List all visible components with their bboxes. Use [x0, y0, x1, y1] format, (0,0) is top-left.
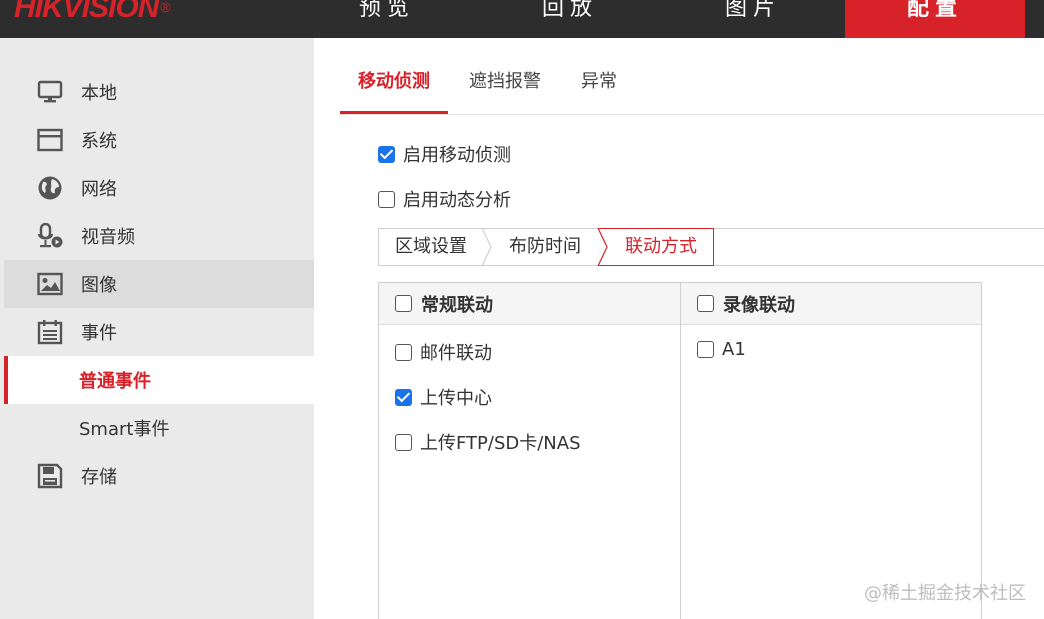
email-linkage-label: 邮件联动: [420, 343, 492, 364]
floppy-disk-icon: [36, 462, 64, 490]
sidebar-item-network[interactable]: 网络: [4, 164, 314, 212]
sidebar-item-event[interactable]: 事件: [4, 308, 314, 356]
upload-center-label: 上传中心: [420, 388, 492, 409]
record-linkage-column: 录像联动 A1: [681, 283, 981, 619]
normal-linkage-column: 常规联动 邮件联动 上传中心 上传FTP/SD卡/NAS: [379, 283, 681, 619]
tab-divider: [340, 114, 1044, 115]
record-linkage-select-all-checkbox[interactable]: [697, 295, 714, 312]
step-area-settings[interactable]: 区域设置: [395, 229, 467, 265]
linkage-option-email: 邮件联动: [395, 339, 492, 365]
sidebar-item-label: 视音频: [81, 227, 135, 248]
active-step-arrow-icon: [597, 228, 608, 266]
upload-center-checkbox[interactable]: [395, 388, 412, 406]
linkage-option-upload-center: 上传中心: [395, 384, 492, 410]
hikvision-logo: HIKVISION ®: [14, 0, 171, 24]
enable-dynamic-analysis-label: 启用动态分析: [403, 190, 511, 211]
normal-linkage-select-all-checkbox[interactable]: [395, 295, 412, 312]
nav-playback[interactable]: 回放: [480, 0, 660, 38]
sidebar-item-local[interactable]: 本地: [4, 68, 314, 116]
tab-exception[interactable]: 异常: [581, 56, 617, 114]
sidebar-item-image[interactable]: 图像: [4, 260, 314, 308]
sidebar-item-label: 事件: [81, 323, 117, 344]
sidebar-subitem-smart-event[interactable]: Smart事件: [4, 404, 314, 452]
sidebar-subitem-normal-event[interactable]: 普通事件: [4, 356, 314, 404]
upload-ftp-label: 上传FTP/SD卡/NAS: [420, 433, 581, 454]
sidebar-item-video-audio[interactable]: 视音频: [4, 212, 314, 260]
nav-preview[interactable]: 预览: [297, 0, 477, 38]
sidebar-item-system[interactable]: 系统: [4, 116, 314, 164]
active-step-frame: [597, 228, 714, 266]
linkage-option-upload-ftp: 上传FTP/SD卡/NAS: [395, 429, 581, 455]
record-linkage-header: 录像联动: [681, 283, 981, 325]
linkage-option-a1: A1: [697, 339, 746, 360]
sidebar-item-label: 图像: [81, 275, 117, 296]
linkage-table: 常规联动 邮件联动 上传中心 上传FTP/SD卡/NAS 录像联动 A1: [378, 282, 982, 619]
normal-linkage-header: 常规联动: [379, 283, 680, 325]
sidebar-item-label: 系统: [81, 131, 117, 152]
nav-configuration[interactable]: 配置: [845, 0, 1025, 38]
tab-tamper-alarm[interactable]: 遮挡报警: [469, 56, 541, 114]
normal-linkage-header-label: 常规联动: [421, 294, 493, 316]
step-separator-icon: [481, 228, 492, 266]
watermark: @稀土掘金技术社区: [864, 583, 1026, 604]
enable-motion-detection-row: 启用移动侦测: [378, 141, 511, 167]
enable-motion-detection-label: 启用移动侦测: [403, 145, 511, 166]
email-linkage-checkbox[interactable]: [395, 343, 412, 361]
globe-icon: [36, 174, 64, 202]
monitor-icon: [36, 78, 64, 106]
window-icon: [36, 126, 64, 154]
tab-motion-detection[interactable]: 移动侦测: [358, 56, 430, 114]
microphone-video-icon: [36, 222, 64, 250]
top-bar: HIKVISION ® 预览 回放 图片 配置: [0, 0, 1044, 38]
sidebar-item-storage[interactable]: 存储: [4, 452, 314, 500]
a1-label: A1: [722, 339, 746, 360]
upload-ftp-checkbox[interactable]: [395, 433, 412, 451]
enable-dynamic-analysis-row: 启用动态分析: [378, 186, 511, 212]
sidebar-item-label: 本地: [81, 83, 117, 104]
a1-checkbox[interactable]: [697, 341, 714, 358]
calendar-icon: [36, 318, 64, 346]
enable-dynamic-analysis-checkbox[interactable]: [378, 190, 395, 208]
sidebar: 本地 系统 网络 视音频 图像 事件 普通事件 Smart事件 存储: [0, 38, 314, 619]
record-linkage-header-label: 录像联动: [723, 294, 795, 316]
enable-motion-detection-checkbox[interactable]: [378, 145, 395, 163]
nav-picture[interactable]: 图片: [663, 0, 843, 38]
image-icon: [36, 270, 64, 298]
sidebar-item-label: 网络: [81, 179, 117, 200]
sidebar-item-label: 存储: [81, 467, 117, 488]
step-arming-schedule[interactable]: 布防时间: [509, 229, 581, 265]
